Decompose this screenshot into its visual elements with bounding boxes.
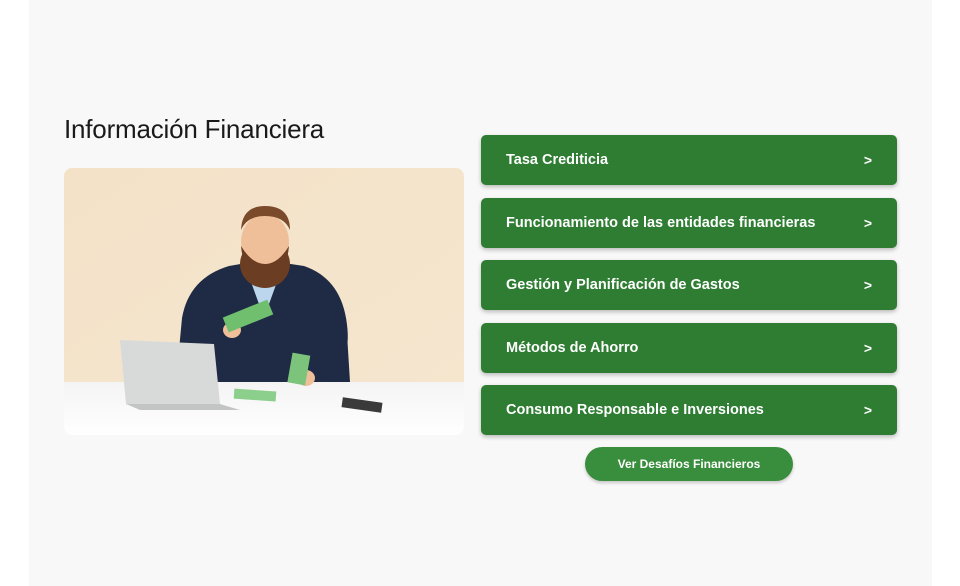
page-title: Información Financiera [64,114,325,144]
menu-item-metodos-ahorro[interactable]: Métodos de Ahorro > [481,322,897,373]
ver-desafios-button[interactable]: Ver Desafíos Financieros [585,447,793,481]
chevron-right-icon: > [863,152,872,168]
menu-item-label: Gestión y Planificación de Gastos [506,277,740,293]
chevron-right-icon: > [863,277,872,293]
menu-item-gestion-gastos[interactable]: Gestión y Planificación de Gastos > [481,260,897,310]
hero-image [64,168,464,435]
menu-item-label: Tasa Crediticia [506,152,609,168]
menu-item-consumo-inversiones[interactable]: Consumo Responsable e Inversiones > [481,385,897,435]
menu-item-label: Métodos de Ahorro [506,339,639,356]
menu-item-label: Funcionamiento de las entidades financie… [506,214,816,231]
chevron-right-icon: > [863,339,872,356]
menu-item-label: Consumo Responsable e Inversiones [506,402,764,418]
chevron-right-icon: > [863,214,872,231]
menu-item-entidades-financieras[interactable]: Funcionamiento de las entidades financie… [481,197,897,248]
finance-topics-menu: Tasa Crediticia > Funcionamiento de las … [481,135,897,448]
menu-item-tasa-crediticia[interactable]: Tasa Crediticia > [481,135,897,185]
chevron-right-icon: > [863,402,872,418]
